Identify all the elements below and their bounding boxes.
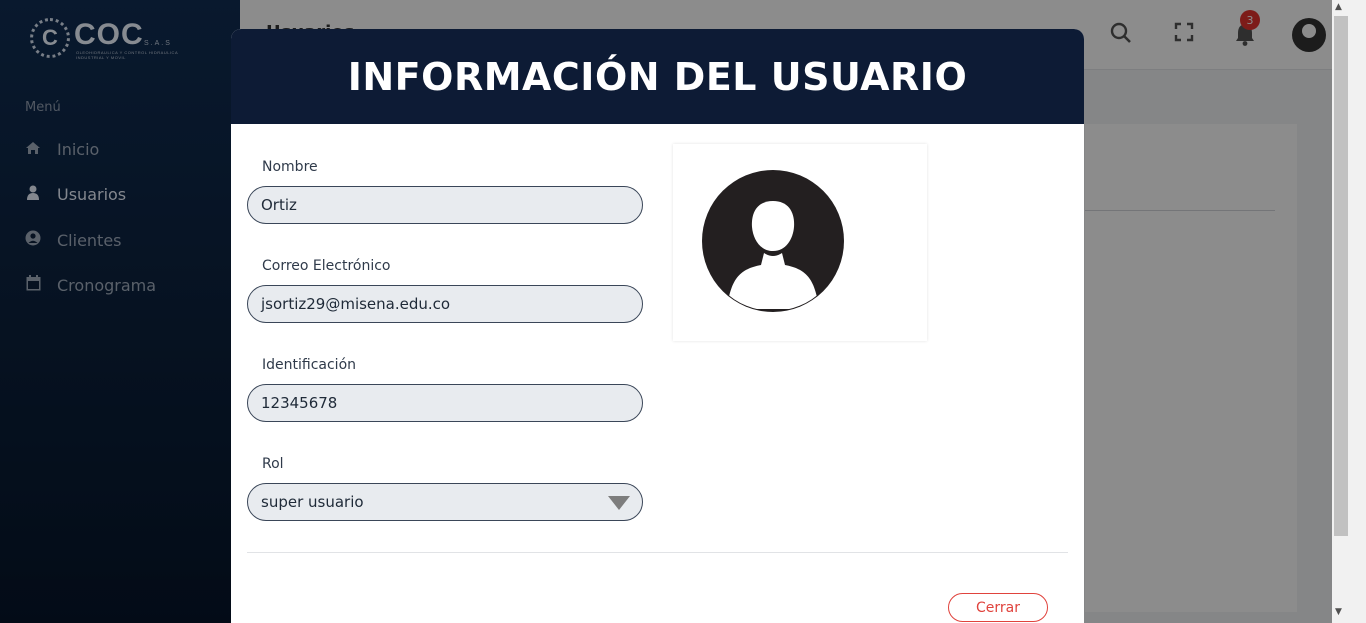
rol-select[interactable]: super usuario <box>247 483 643 521</box>
scrollbar[interactable]: ▲ ▼ <box>1332 0 1366 623</box>
user-photo <box>673 144 927 341</box>
nombre-label: Nombre <box>262 159 318 175</box>
scrollbar-thumb[interactable] <box>1334 16 1348 536</box>
rol-select-value: super usuario <box>261 493 364 511</box>
close-button[interactable]: Cerrar <box>948 593 1048 622</box>
user-avatar-placeholder-icon <box>702 170 844 312</box>
identificacion-label: Identificación <box>262 357 357 373</box>
correo-label: Correo Electrónico <box>262 258 391 274</box>
identificacion-field[interactable]: 12345678 <box>247 384 643 422</box>
chevron-down-icon <box>608 496 630 510</box>
sidebar-backdrop <box>0 0 240 623</box>
sidebar: C COC S.A.S OLEOHIDRAULICA Y CONTROL HID… <box>0 0 240 623</box>
modal-divider <box>247 552 1068 553</box>
modal-title: INFORMACIÓN DEL USUARIO <box>347 54 968 99</box>
scroll-down-arrow-icon[interactable]: ▼ <box>1335 607 1342 617</box>
user-info-modal: INFORMACIÓN DEL USUARIO Nombre Ortiz Cor… <box>231 29 1084 623</box>
correo-field[interactable]: jsortiz29@misena.edu.co <box>247 285 643 323</box>
modal-header: INFORMACIÓN DEL USUARIO <box>231 29 1084 124</box>
scroll-up-arrow-icon[interactable]: ▲ <box>1335 2 1342 12</box>
nombre-field[interactable]: Ortiz <box>247 186 643 224</box>
rol-label: Rol <box>262 456 284 472</box>
